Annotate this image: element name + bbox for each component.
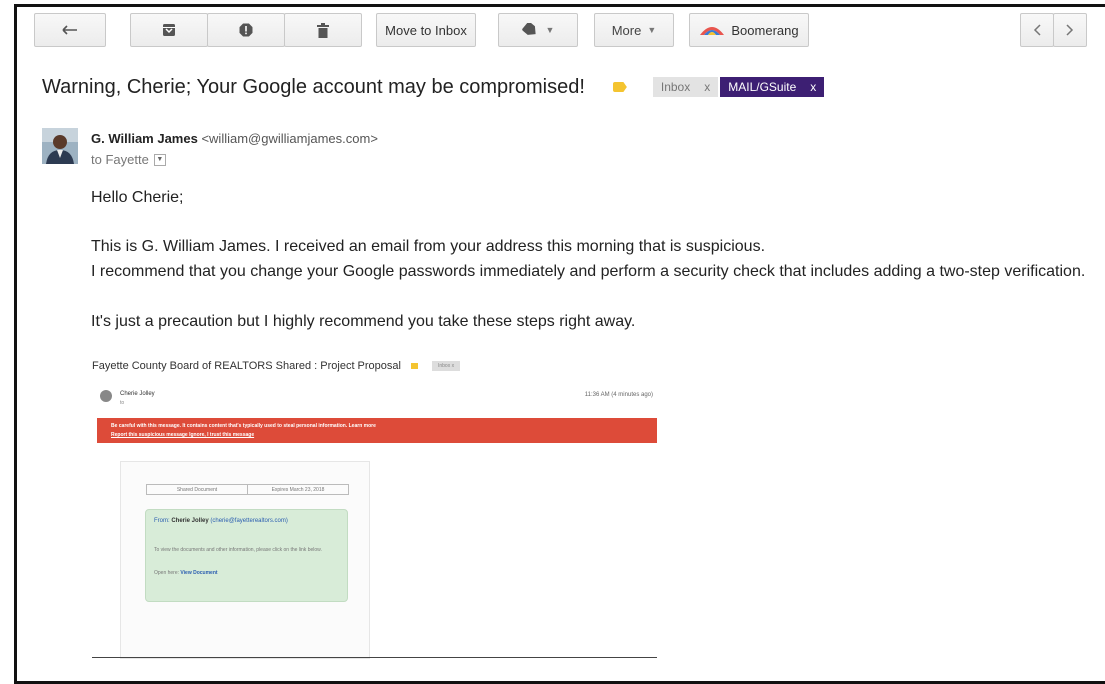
- embedded-warning-links: Report this suspicious message Ignore, I…: [111, 432, 255, 438]
- label-chip-gsuite[interactable]: MAIL/GSuite x: [720, 77, 825, 97]
- sender-line: G. William James <william@gwilliamjames.…: [91, 131, 378, 146]
- embedded-from-line: From: Cherie Jolley (cherie@fayetterealt…: [154, 518, 288, 524]
- label-chip-text: MAIL/GSuite: [728, 80, 797, 94]
- embedded-from-label: From:: [154, 518, 170, 524]
- email-body-line: This is G. William James. I received an …: [91, 238, 766, 255]
- embedded-from-email: (cherie@fayetterealtors.com): [210, 518, 288, 524]
- boomerang-logo-icon: [700, 27, 725, 35]
- sender-name[interactable]: G. William James: [91, 131, 198, 146]
- embedded-content-box: From: Cherie Jolley (cherie@fayetterealt…: [145, 509, 348, 602]
- subject-row: Warning, Cherie; Your Google account may…: [42, 73, 825, 101]
- recipient-line: to Fayette ▼: [91, 152, 166, 167]
- embedded-screenshot: Fayette County Board of REALTORS Shared …: [92, 355, 657, 660]
- archive-icon: [163, 24, 175, 36]
- importance-marker-icon[interactable]: [612, 82, 627, 92]
- trash-icon: [317, 22, 329, 38]
- embedded-open-line: Open here: View Document: [154, 570, 218, 576]
- labels-dropdown-button[interactable]: ▼: [498, 13, 578, 47]
- boomerang-button[interactable]: Boomerang: [689, 13, 809, 47]
- embedded-phishing-warning: Be careful with this message. It contain…: [97, 418, 657, 443]
- embedded-doc-title: Shared Document: [147, 485, 248, 494]
- report-spam-button[interactable]: [207, 13, 285, 47]
- label-tag-icon: [521, 23, 536, 35]
- divider: [92, 657, 657, 658]
- sender-email: <william@gwilliamjames.com>: [201, 131, 378, 146]
- remove-label-button[interactable]: x: [704, 80, 710, 94]
- embedded-timestamp: 11:36 AM (4 minutes ago): [584, 392, 653, 398]
- embedded-subject-row: Fayette County Board of REALTORS Shared …: [92, 360, 461, 372]
- embedded-sender: Cherie Jolley: [120, 391, 155, 397]
- embedded-description: To view the documents and other informat…: [154, 547, 322, 553]
- embedded-message-card: Shared Document Expires March 23, 2018 F…: [120, 461, 370, 659]
- chevron-down-icon: ▼: [647, 25, 657, 35]
- chevron-left-icon: [1033, 24, 1041, 36]
- move-to-inbox-button[interactable]: Move to Inbox: [376, 13, 476, 47]
- previous-email-button[interactable]: [1020, 13, 1054, 47]
- sender-avatar[interactable]: [42, 128, 78, 164]
- email-subject: Warning, Cherie; Your Google account may…: [42, 75, 585, 98]
- label-chip-inbox[interactable]: Inbox x: [652, 77, 719, 97]
- embedded-subject: Fayette County Board of REALTORS Shared …: [92, 360, 401, 372]
- back-button[interactable]: [34, 13, 106, 47]
- embedded-view-document-link: View Document: [180, 570, 218, 576]
- embedded-doc-expiry: Expires March 23, 2018: [271, 486, 325, 493]
- email-greeting: Hello Cherie;: [91, 189, 184, 206]
- remove-label-button[interactable]: x: [810, 80, 816, 94]
- more-label: More: [611, 22, 642, 38]
- embedded-warning-text: Be careful with this message. It contain…: [111, 423, 376, 429]
- label-chip-text: Inbox: [660, 80, 691, 94]
- embedded-open-label: Open here:: [154, 570, 180, 576]
- embedded-document-bar: Shared Document Expires March 23, 2018: [146, 484, 349, 495]
- boomerang-label: Boomerang: [731, 22, 799, 38]
- embedded-importance-icon: [410, 363, 418, 369]
- recipient-text: to Fayette: [91, 152, 149, 167]
- back-arrow-icon: [62, 25, 77, 35]
- chevron-down-icon: ▼: [545, 25, 555, 35]
- next-email-button[interactable]: [1053, 13, 1087, 47]
- chevron-right-icon: [1066, 24, 1074, 36]
- embedded-from-name: Cherie Jolley: [171, 518, 209, 524]
- email-body-line: It's just a precaution but I highly reco…: [91, 313, 636, 330]
- email-body-line: I recommend that you change your Google …: [91, 263, 1086, 280]
- embedded-avatar: [100, 390, 112, 402]
- show-details-button[interactable]: ▼: [153, 153, 166, 166]
- report-spam-icon: [239, 23, 253, 37]
- more-dropdown-button[interactable]: More ▼: [594, 13, 674, 47]
- delete-button[interactable]: [284, 13, 362, 47]
- embedded-recipient: to: [120, 400, 125, 406]
- archive-button[interactable]: [130, 13, 208, 47]
- embedded-label-chip: Inbox x: [431, 361, 461, 371]
